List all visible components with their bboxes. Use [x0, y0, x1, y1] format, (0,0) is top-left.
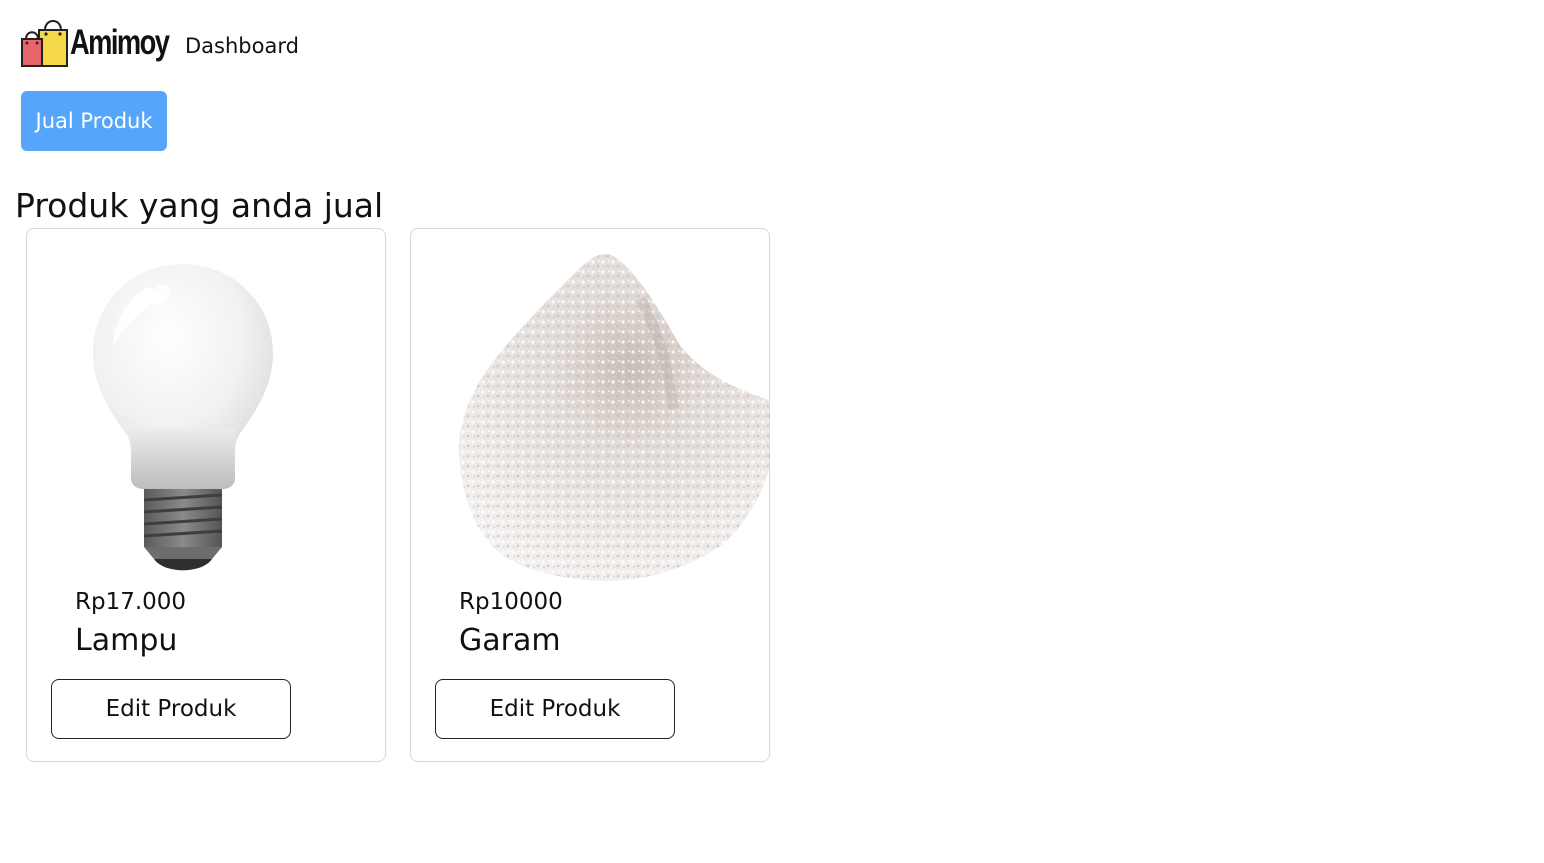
edit-product-button[interactable]: Edit Produk	[51, 679, 291, 739]
product-price: Rp10000	[459, 589, 563, 615]
product-name: Garam	[459, 623, 561, 658]
salt-pile-image	[458, 254, 769, 582]
brand-name[interactable]: Amimoy	[70, 18, 170, 68]
product-price: Rp17.000	[75, 589, 187, 615]
app-header: Amimoy Dashboard	[20, 18, 299, 68]
light-bulb-image	[93, 264, 273, 571]
page-label: Dashboard	[185, 34, 299, 58]
product-name: Lampu	[75, 623, 178, 658]
section-title: Produk yang anda jual	[15, 186, 384, 225]
shopping-bags-icon[interactable]	[20, 18, 70, 68]
edit-product-button[interactable]: Edit Produk	[435, 679, 675, 739]
sell-product-button[interactable]: Jual Produk	[21, 91, 167, 151]
product-card: Rp17.000 Lampu Edit Produk	[26, 228, 386, 762]
product-card: Rp10000 Garam Edit Produk	[410, 228, 770, 762]
